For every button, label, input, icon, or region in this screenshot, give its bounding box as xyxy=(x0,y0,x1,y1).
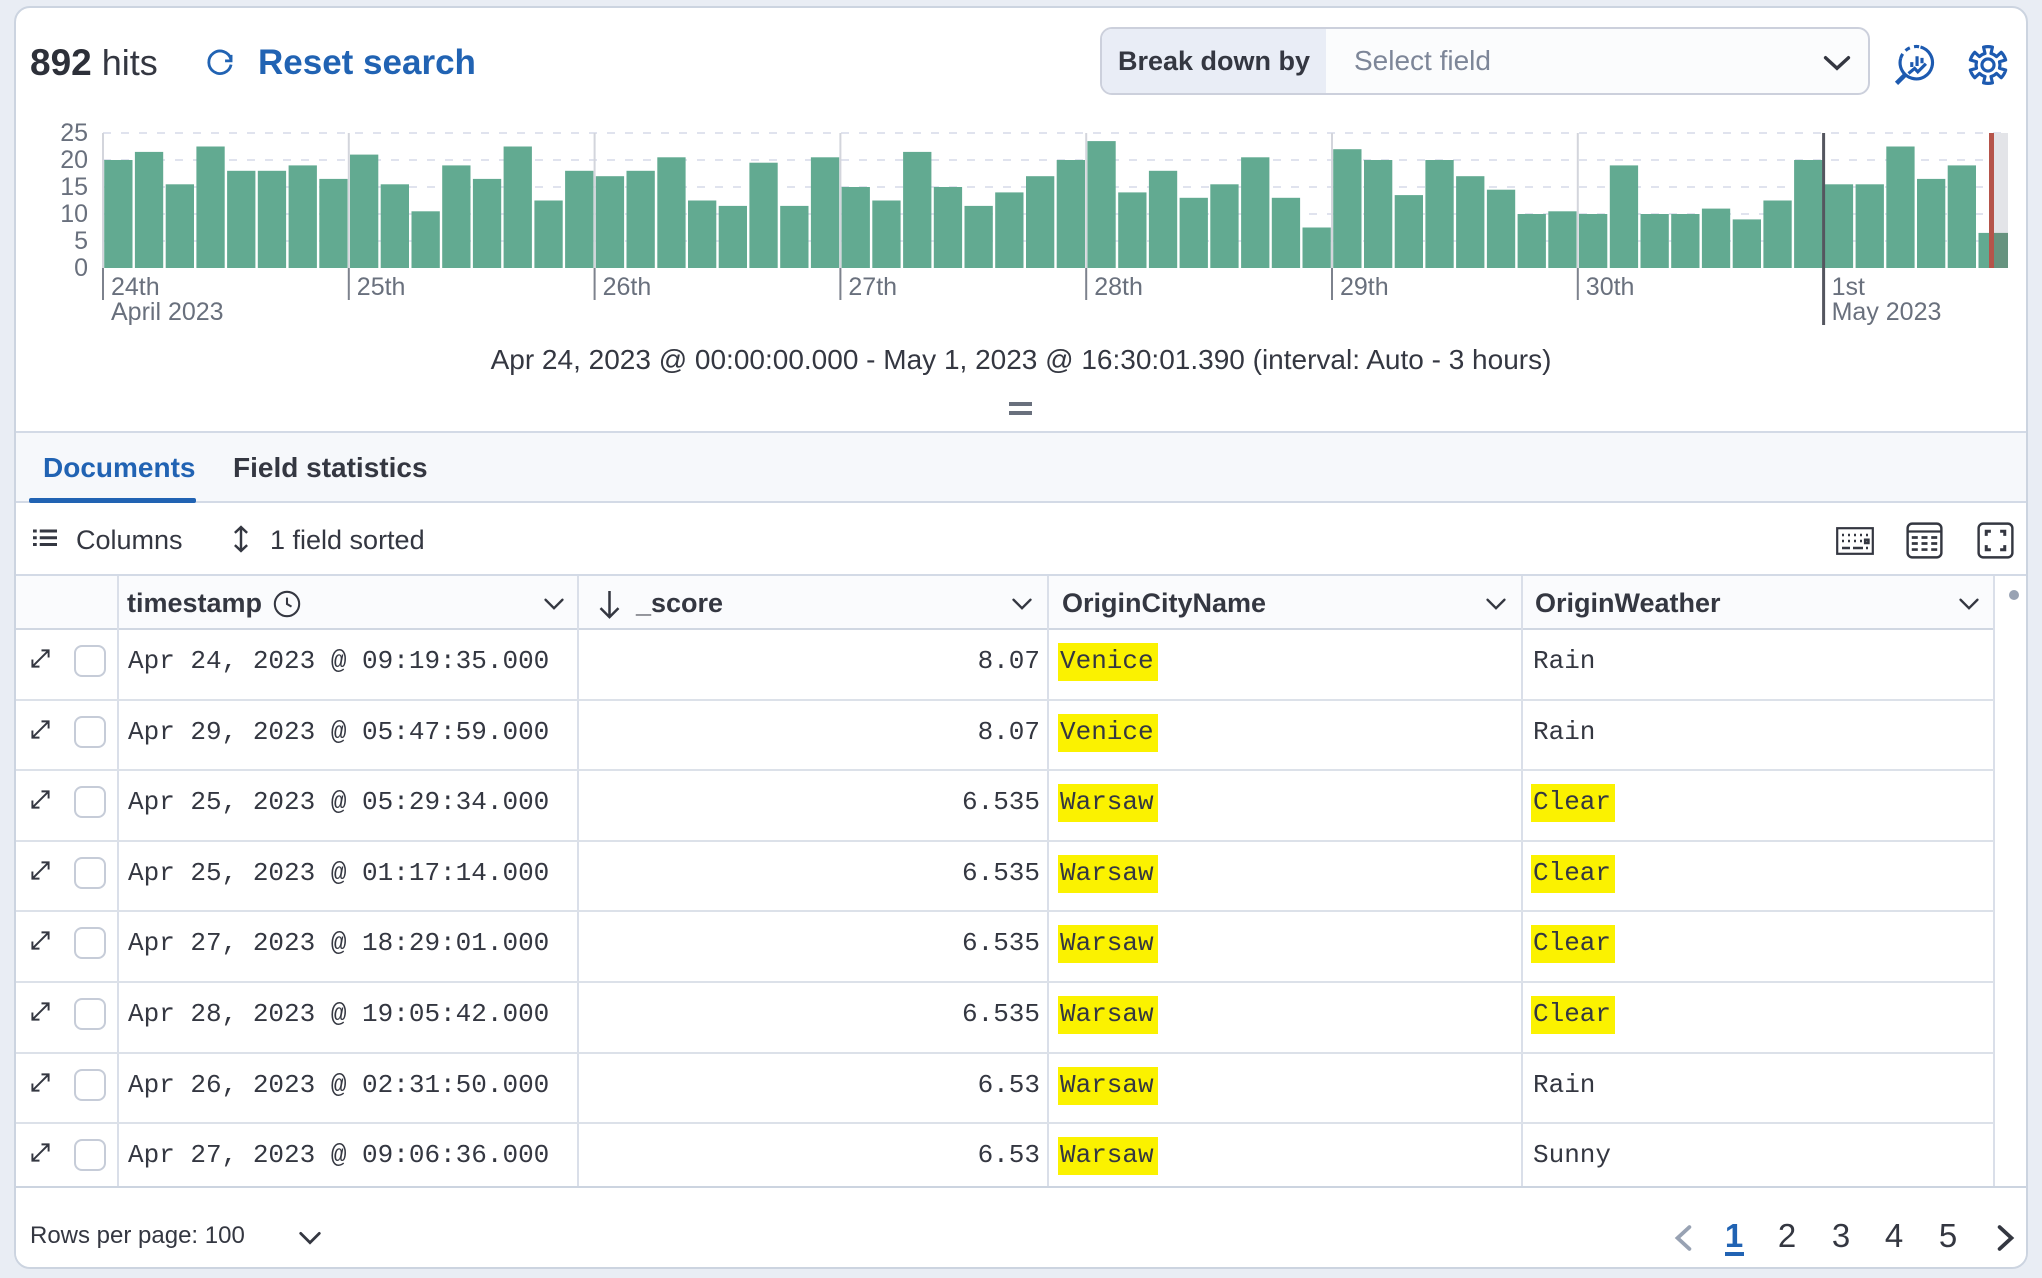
svg-text:28th: 28th xyxy=(1094,273,1143,301)
svg-text:24th: 24th xyxy=(111,273,160,301)
svg-text:29th: 29th xyxy=(1340,273,1389,301)
svg-text:5: 5 xyxy=(74,227,88,255)
svg-text:May 2023: May 2023 xyxy=(1832,298,1942,326)
svg-text:30th: 30th xyxy=(1586,273,1635,301)
svg-text:26th: 26th xyxy=(603,273,652,301)
svg-text:25th: 25th xyxy=(357,273,406,301)
svg-text:20: 20 xyxy=(60,146,88,174)
svg-text:15: 15 xyxy=(60,173,88,201)
svg-text:27th: 27th xyxy=(848,273,897,301)
svg-text:25: 25 xyxy=(60,119,88,147)
svg-text:1st: 1st xyxy=(1832,273,1865,301)
svg-text:April 2023: April 2023 xyxy=(111,298,224,326)
svg-text:0: 0 xyxy=(74,254,88,282)
svg-text:10: 10 xyxy=(60,200,88,228)
